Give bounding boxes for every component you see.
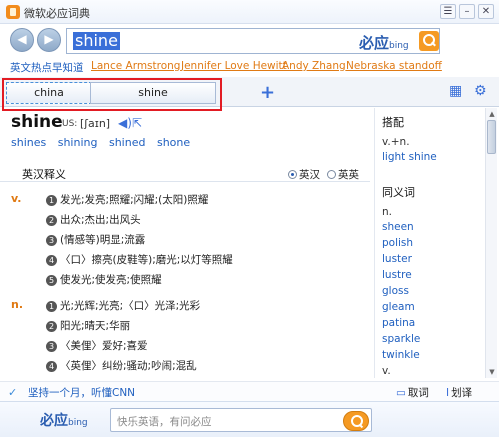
- bottom-search-button[interactable]: [343, 411, 369, 431]
- collocation-title: 搭配: [382, 116, 404, 129]
- sense-item: 1 发光;发亮;照耀;闪耀;(太阳)照耀: [46, 192, 208, 207]
- hot-link-1[interactable]: Lance Armstrong: [91, 60, 180, 72]
- synonym-link[interactable]: gloss: [382, 285, 409, 297]
- synonym-pos-v: v.: [382, 365, 391, 377]
- search-query-text[interactable]: shine: [73, 32, 120, 50]
- lookup-toggle-button[interactable]: ▭ 取词: [396, 385, 429, 400]
- close-button[interactable]: ✕: [478, 4, 494, 19]
- radio-selected-icon: [288, 170, 297, 179]
- scroll-down-icon[interactable]: ▼: [487, 367, 497, 377]
- pin-icon[interactable]: ☰: [440, 4, 456, 19]
- definition-section-header: 英汉释义 英汉 英英: [0, 164, 370, 182]
- sidebar: 搭配 v.+n. light shine 同义词 n. sheen polish…: [374, 108, 499, 378]
- word-forms: shines shining shined shone: [11, 136, 198, 149]
- hot-topics-label: 英文热点早知道: [10, 62, 84, 74]
- word-form[interactable]: shined: [109, 136, 145, 149]
- radio-icon: [327, 170, 336, 179]
- sense-item: 2 出众;杰出;出风头: [46, 212, 141, 227]
- tab-bar: china shine + ▦ ⚙: [0, 77, 499, 111]
- collocation-link[interactable]: light shine: [382, 151, 437, 163]
- bottom-search-input[interactable]: 快乐英语，有问必应: [110, 408, 372, 432]
- hot-link-3[interactable]: Andy Zhang: [282, 60, 346, 72]
- pos-verb: v.: [11, 192, 22, 205]
- radio-en-en[interactable]: 英英: [327, 167, 359, 182]
- app-title: 微软必应词典: [24, 7, 90, 20]
- status-bar: ✓ 坚持一个月，听懂CNN ▭ 取词 I 划译: [0, 381, 499, 401]
- headword: shine: [11, 112, 63, 132]
- scrollbar[interactable]: ▲ ▼: [485, 108, 497, 378]
- search-input[interactable]: shine 必应bing: [66, 28, 440, 54]
- bottom-search-placeholder: 快乐英语，有问必应: [117, 416, 212, 428]
- phonetic-label: US:: [62, 119, 78, 129]
- back-button[interactable]: ◀: [10, 28, 34, 52]
- synonym-link[interactable]: twinkle: [382, 349, 420, 361]
- sense-item: 4 〈口〉擦亮(皮鞋等);磨光;以灯等照耀: [46, 252, 233, 267]
- synonym-link[interactable]: polish: [382, 237, 413, 249]
- synonym-title: 同义词: [382, 186, 415, 199]
- wordbook-icon[interactable]: ▦: [449, 84, 463, 98]
- collocation-pattern: v.+n.: [382, 136, 410, 148]
- word-form[interactable]: shining: [58, 136, 98, 149]
- add-to-wordbook-icon[interactable]: ⇱: [132, 116, 142, 130]
- synonym-link[interactable]: sparkle: [382, 333, 420, 345]
- forward-button[interactable]: ▶: [37, 28, 61, 52]
- section-title: 英汉释义: [22, 168, 66, 181]
- speaker-icon[interactable]: ◀): [118, 116, 132, 130]
- hot-link-4[interactable]: Nebraska standoff: [346, 60, 442, 72]
- bing-logo: 必应bing: [359, 34, 409, 52]
- translate-toggle-button[interactable]: I 划译: [446, 385, 472, 400]
- status-message[interactable]: 坚持一个月，听懂CNN: [28, 385, 135, 400]
- synonym-link[interactable]: lustre: [382, 269, 412, 281]
- synonym-pos-n: n.: [382, 206, 392, 218]
- sense-item: 3 (情感等)明显;流露: [46, 232, 145, 247]
- scroll-up-icon[interactable]: ▲: [487, 109, 497, 119]
- scroll-thumb[interactable]: [487, 120, 496, 154]
- phonetic: [ʃaɪn]: [80, 117, 111, 130]
- gear-icon[interactable]: ⚙: [474, 84, 488, 98]
- synonym-link[interactable]: sheen: [382, 221, 414, 233]
- sense-item: 5 使发光;使发亮;使照耀: [46, 272, 162, 287]
- hot-link-2[interactable]: Jennifer Love Hewitt: [181, 60, 287, 72]
- sense-item: 2 阳光;晴天;华丽: [46, 318, 130, 333]
- sense-item: 1 光;光辉;光亮;〈口〉光泽;光彩: [46, 298, 200, 313]
- translate-icon: I: [446, 387, 450, 399]
- word-form[interactable]: shines: [11, 136, 46, 149]
- synonym-link[interactable]: gleam: [382, 301, 415, 313]
- minimize-button[interactable]: –: [459, 4, 475, 19]
- title-bar: 微软必应词典 ☰ – ✕: [0, 0, 499, 24]
- synonym-link[interactable]: patina: [382, 317, 415, 329]
- synonym-link[interactable]: luster: [382, 253, 412, 265]
- add-tab-icon[interactable]: +: [260, 82, 275, 103]
- search-button[interactable]: [419, 31, 439, 51]
- app-logo-icon: [6, 5, 20, 19]
- bing-logo: 必应bing: [40, 413, 88, 429]
- bing-small-logo-icon: ✓: [8, 386, 18, 399]
- sense-item: 3 〈美俚〉爱好;喜爱: [46, 338, 148, 353]
- hot-topics-row: 英文热点早知道 Lance Armstrong Jennifer Love He…: [0, 58, 499, 76]
- radio-en-cn[interactable]: 英汉: [288, 167, 320, 182]
- dictionary-content: shine US: [ʃaɪn] ◀) ⇱ shines shining shi…: [0, 108, 370, 378]
- search-row: ◀ ▶ shine 必应bing: [0, 24, 499, 58]
- bottom-search-bar: 必应bing 快乐英语，有问必应: [0, 401, 499, 437]
- sense-item: 4 〈英俚〉纠纷;骚动;吵闹;混乱: [46, 358, 197, 373]
- tabs-highlight-box: [2, 78, 222, 111]
- pos-noun: n.: [11, 298, 24, 311]
- lookup-icon: ▭: [396, 387, 406, 399]
- word-form[interactable]: shone: [157, 136, 190, 149]
